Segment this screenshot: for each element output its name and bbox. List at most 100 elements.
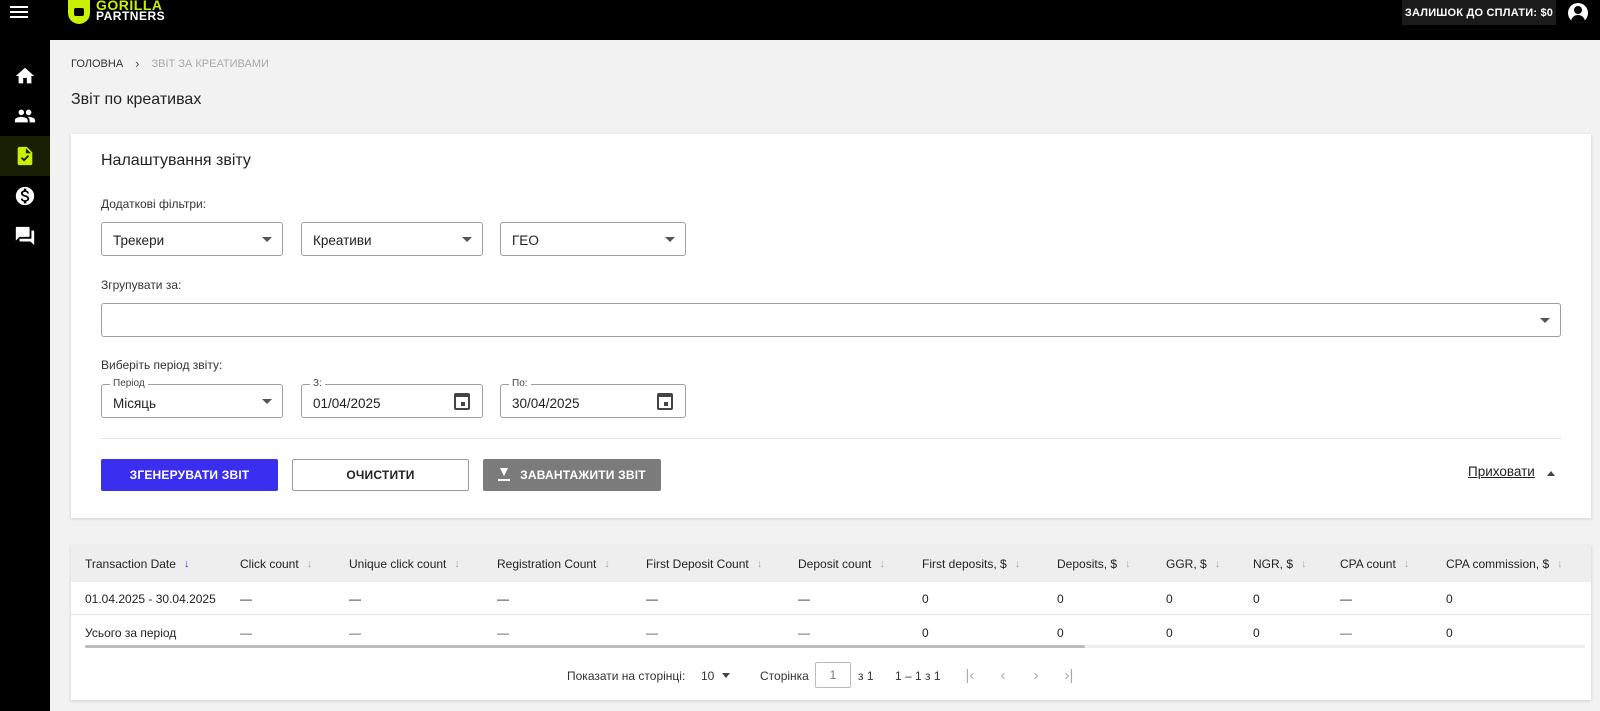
creatives-select[interactable]: Креативи [301,222,483,256]
column-header-unique-click-count[interactable]: Unique click count ↓ [349,545,460,582]
table-cell: — [646,591,658,606]
chevron-up-icon[interactable] [1547,471,1555,476]
sidebar-item-home[interactable] [0,56,50,96]
sort-arrow-icon: ↓ [1557,557,1563,570]
breadcrumb-current: ЗВІТ ЗА КРЕАТИВАМИ [151,57,269,70]
period-section-label: Виберіть період звіту: [101,358,223,372]
people-icon [14,109,36,123]
table-cell: 0 [1446,591,1453,606]
chevron-right-icon: › [135,56,140,71]
sidebar-item-reports[interactable] [0,136,50,176]
filters-label: Додаткові фільтри: [101,197,207,211]
calendar-icon[interactable] [454,393,470,410]
per-page-value: 10 [701,668,715,683]
column-header-deposits[interactable]: Deposits, $ ↓ [1057,545,1131,582]
hide-settings-link[interactable]: Приховати [1468,464,1535,479]
geo-select[interactable]: ГЕО [500,222,686,256]
date-from-field[interactable]: З: 01/04/2025 [301,378,483,418]
page-number-input[interactable] [815,662,851,688]
page-label: Сторінка [760,668,809,683]
chevron-down-icon [722,673,731,678]
date-to-field[interactable]: По: 30/04/2025 [500,378,686,418]
table-cell: — [240,591,252,606]
column-header-first-deposit-count[interactable]: First Deposit Count ↓ [646,545,762,582]
table-cell: — [1340,591,1352,606]
date-to-legend: По: [509,378,531,389]
column-header-ngr[interactable]: NGR, $ ↓ [1253,545,1307,582]
first-page-icon[interactable]: |‹ [958,651,982,700]
sort-arrow-icon: ↓ [1301,557,1307,570]
sort-arrow-icon: ↓ [604,557,610,570]
next-page-icon[interactable]: › [1024,651,1048,700]
breadcrumb: ГОЛОВНА › ЗВІТ ЗА КРЕАТИВАМИ [71,56,269,71]
column-header-cpa-commission[interactable]: CPA commission, $ ↓ [1446,545,1563,582]
sort-arrow-icon: ↓ [1125,557,1131,570]
previous-page-icon[interactable]: ‹ [991,651,1015,700]
breadcrumb-home[interactable]: ГОЛОВНА [71,58,123,70]
creatives-select-value: Креативи [313,233,372,248]
column-header-click-count[interactable]: Click count ↓ [240,545,312,582]
date-from-legend: З: [310,378,325,389]
period-value: Місяць [113,396,157,411]
sidebar-item-support[interactable] [0,216,50,256]
column-header-transaction-date[interactable]: Transaction Date ↓ [85,545,189,582]
chevron-down-icon [262,399,272,404]
page-of-label: з 1 [858,668,874,683]
horizontal-scrollbar[interactable] [85,645,1585,648]
per-page-select[interactable]: 10 [701,651,731,700]
download-icon [498,468,511,482]
clear-button[interactable]: ОЧИСТИТИ [292,459,469,491]
per-page-label: Показати на сторінці: [567,668,686,683]
column-header-registration-count[interactable]: Registration Count ↓ [497,545,610,582]
download-report-button[interactable]: ЗАВАНТАЖИТИ ЗВІТ [483,459,661,491]
column-header-first-deposits[interactable]: First deposits, $ ↓ [922,545,1020,582]
generate-report-button[interactable]: ЗГЕНЕРУВАТИ ЗВІТ [101,459,278,491]
period-legend: Період [110,378,148,389]
column-header-ggr[interactable]: GGR, $ ↓ [1166,545,1220,582]
last-page-icon[interactable]: ›| [1057,651,1081,700]
page-range-label: 1 – 1 з 1 [895,668,941,683]
chat-icon [15,226,35,246]
group-by-label: Згрупувати за: [101,278,182,292]
chevron-down-icon [462,237,472,242]
table-cell: — [497,591,509,606]
menu-icon[interactable] [8,3,30,25]
sort-arrow-icon: ↓ [183,557,190,570]
chevron-down-icon [1540,318,1550,323]
sort-arrow-icon: ↓ [306,557,313,570]
trackers-select[interactable]: Трекери [101,222,283,256]
table-cell: — [798,591,810,606]
table-cell: 01.04.2025 - 30.04.2025 [85,591,216,606]
period-select[interactable]: Період Місяць [101,378,283,418]
paginator: Показати на сторінці: 10 Сторінка з 1 1 … [71,651,1591,700]
page-title: Звіт по креативах [71,91,202,108]
calendar-icon[interactable] [657,393,673,410]
sidebar [0,40,50,711]
scrollbar-thumb[interactable] [85,645,1085,648]
sidebar-item-payments[interactable] [0,176,50,216]
divider [101,438,1561,439]
table-cell: 0 [1166,591,1173,606]
sort-arrow-icon: ↓ [879,557,885,570]
table-cell: — [349,591,361,606]
logo[interactable]: GORILLA PARTNERS [68,0,165,26]
trackers-select-value: Трекери [113,233,165,248]
sidebar-item-users[interactable] [0,96,50,136]
report-table-card: Transaction Date ↓ Click count ↓ Unique cl… [71,545,1591,700]
group-by-select[interactable] [101,303,1561,337]
report-settings-card: Налаштування звіту Додаткові фільтри: Тр… [71,134,1591,518]
download-report-label: ЗАВАНТАЖИТИ ЗВІТ [520,468,646,482]
dollar-icon [15,186,35,206]
column-header-cpa-count[interactable]: CPA count ↓ [1340,545,1409,582]
chevron-down-icon [262,237,272,242]
sort-arrow-icon: ↓ [1014,557,1021,570]
balance-button[interactable]: ЗАЛИШОК ДО СПЛАТИ: $0 [1402,0,1556,25]
account-icon[interactable] [1568,3,1588,23]
column-header-deposit-count[interactable]: Deposit count ↓ [798,545,885,582]
date-from-value: 01/04/2025 [313,396,381,411]
gorilla-logo-icon [68,0,90,24]
sort-arrow-icon: ↓ [1214,557,1221,570]
chevron-down-icon [665,237,675,242]
sort-arrow-icon: ↓ [756,557,763,570]
logo-line2: PARTNERS [96,9,166,23]
